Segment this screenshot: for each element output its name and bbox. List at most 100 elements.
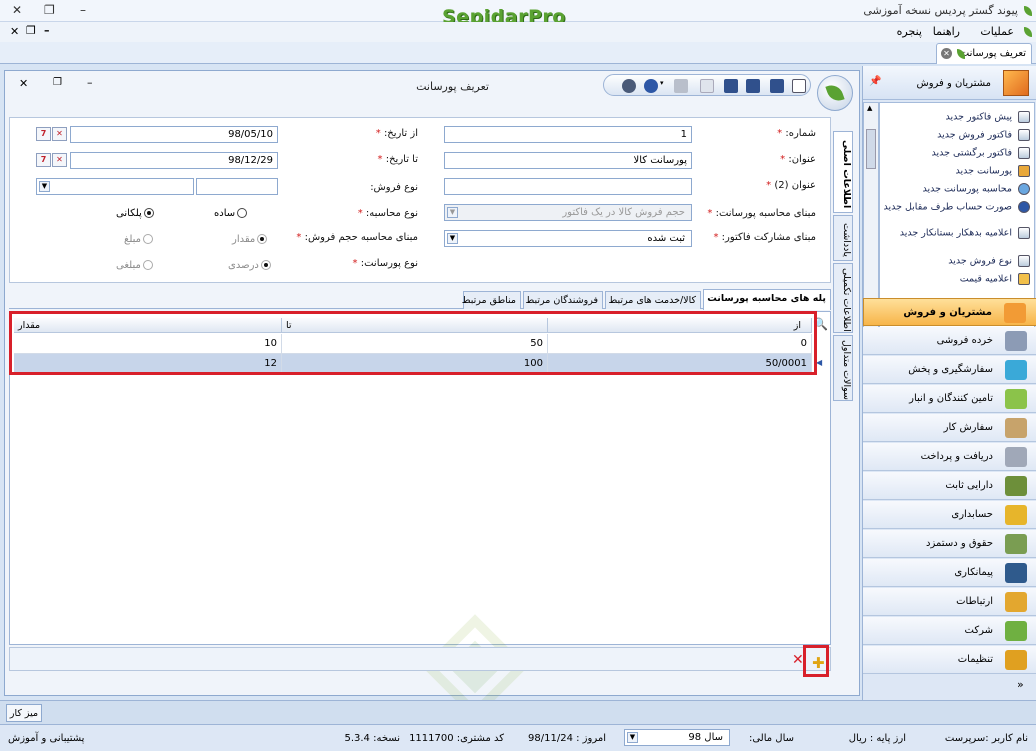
document-logo-icon (817, 75, 853, 111)
nav-section-label: تامین کنندگان و انبار (909, 393, 993, 404)
vtab-extra-info[interactable]: اطلاعات تکمیلی (833, 263, 853, 333)
nav-item-new-proforma[interactable]: پیش فاکتور جدید (880, 111, 1030, 123)
tab-related-sellers[interactable]: فروشندگان مرتبط (523, 291, 603, 309)
title-input[interactable]: پورسانت کالا (444, 152, 692, 169)
document-tab-label: تعريف پورسانت (959, 48, 1026, 59)
radio-icon (257, 234, 268, 244)
tab-commission-steps[interactable]: پله های محاسبه پورسانت (703, 289, 831, 310)
mdi-minimize-button[interactable]: – (44, 24, 50, 37)
nav-section-fixed-assets[interactable]: دارایی ثابت (863, 472, 1036, 500)
title2-input[interactable] (444, 178, 692, 195)
work-order-icon (1005, 418, 1027, 438)
calendar-icon[interactable]: 7 (36, 153, 51, 167)
pin-icon[interactable]: 📌 (869, 76, 881, 87)
tab-close-icon[interactable]: ✕ (941, 48, 952, 59)
ordering-icon (1005, 360, 1027, 380)
nav-section-suppliers[interactable]: تامین کنندگان و انبار (863, 385, 1036, 413)
nav-item-new-sales-invoice[interactable]: فاکتور فروش جدید (880, 129, 1030, 141)
delete-row-icon[interactable]: ✕ (792, 652, 804, 668)
nav-section-settings[interactable]: تنظیمات (863, 646, 1036, 674)
window-restore-button[interactable]: ❐ (44, 3, 55, 17)
nav-item-new-commission[interactable]: پورسانت جدید (880, 165, 1030, 177)
nav-item-new-debit-credit[interactable]: اعلامیه بدهکار بستانکار جدید (880, 227, 1030, 239)
nav-section-work-order[interactable]: سفارش کار (863, 414, 1036, 442)
accounting-icon (1005, 505, 1027, 525)
nav-section-payments[interactable]: دریافت و پرداخت (863, 443, 1036, 471)
vtab-faq[interactable]: سوالات متداول (833, 335, 853, 401)
commission-type-label: نوع پورسانت: * (352, 258, 418, 269)
clear-date-icon[interactable]: ✕ (52, 127, 67, 141)
copy-icon[interactable] (700, 79, 714, 93)
doc-close-button[interactable]: ✕ (19, 77, 28, 90)
nav-item-new-sale-type[interactable]: نوع فروش جدید (880, 255, 1030, 267)
save-icon[interactable] (770, 79, 784, 93)
clear-date-icon[interactable]: ✕ (52, 153, 67, 167)
document-icon (1018, 227, 1030, 239)
nav-item-new-statement[interactable]: صورت حساب طرف مقابل جدید (880, 201, 1030, 213)
nav-item-new-commission-calc[interactable]: محاسبه پورسانت جدید (880, 183, 1030, 195)
support-link[interactable]: پشتیبانی و آموزش (8, 733, 84, 744)
nav-section-retail[interactable]: خرده فروشی (863, 327, 1036, 355)
expand-more-icon[interactable]: » (1017, 678, 1024, 691)
window-minimize-button[interactable]: – (80, 3, 86, 17)
scroll-up-icon[interactable]: ▲ (867, 104, 872, 112)
fiscal-year-select[interactable]: سال 98 ▼ (624, 729, 730, 746)
nav-section-accounting[interactable]: حسابداری (863, 501, 1036, 529)
new-document-icon[interactable] (792, 79, 806, 93)
help-icon[interactable] (644, 79, 658, 93)
doc-restore-button[interactable]: ❐ (53, 77, 62, 88)
number-input[interactable]: 1 (444, 126, 692, 143)
calendar-icon[interactable]: 7 (36, 127, 51, 141)
menu-window[interactable]: پنجره (897, 25, 922, 38)
nav-section-sales[interactable]: مشتریان و فروش (863, 298, 1036, 326)
mdi-close-button[interactable]: ✕ (10, 25, 19, 38)
volume-qty-radio[interactable]: مقدار (232, 234, 268, 245)
add-row-highlight: ✚ (803, 645, 829, 677)
volume-amount-radio[interactable]: مبلغ (124, 234, 154, 245)
desk-button[interactable]: میز کار (6, 704, 42, 722)
nav-section-communications[interactable]: ارتباطات (863, 588, 1036, 616)
tab-related-goods[interactable]: کالا/خدمت های مرتبط (605, 291, 701, 309)
invoice-share-select[interactable]: ثبت شده ▼ (444, 230, 692, 247)
mdi-restore-button[interactable]: ❐ (26, 24, 36, 37)
calc-type-simple-radio[interactable]: ساده (214, 208, 248, 219)
to-date-input[interactable]: 98/12/29 (70, 152, 278, 169)
from-date-input[interactable]: 98/05/10 (70, 126, 278, 143)
vtab-main-info[interactable]: اطلاعات اصلی (833, 131, 853, 213)
nav-item-price-notice[interactable]: اعلامیه قیمت (880, 273, 1030, 285)
price-tag-icon (1018, 273, 1030, 285)
save-close-icon[interactable] (746, 79, 760, 93)
scroll-thumb[interactable] (866, 129, 876, 169)
add-row-icon[interactable]: ✚ (812, 654, 825, 672)
calculator-icon[interactable] (622, 79, 636, 93)
save-new-icon[interactable] (724, 79, 738, 93)
status-currency: ارز پایه : ریال (848, 733, 906, 744)
commission-amount-radio[interactable]: مبلغی (116, 260, 153, 271)
radio-icon (143, 208, 154, 218)
document-tab[interactable]: تعريف پورسانت ✕ (936, 43, 1032, 64)
menu-operations[interactable]: عملیات (980, 25, 1014, 38)
payments-icon (1005, 447, 1027, 467)
nav-section-contracting[interactable]: پیمانکاری (863, 559, 1036, 587)
commission-percent-radio[interactable]: درصدی (228, 260, 271, 271)
nav-section-payroll[interactable]: حقوق و دستمزد (863, 530, 1036, 558)
doc-minimize-button[interactable]: – (87, 76, 93, 89)
nav-section-company[interactable]: شرکت (863, 617, 1036, 645)
calc-type-step-radio[interactable]: پلکانی (116, 208, 154, 219)
tab-related-regions[interactable]: مناطق مرتبط (462, 291, 521, 309)
help-dropdown-icon[interactable]: ▾ (660, 79, 668, 93)
menu-help[interactable]: راهنما (933, 25, 960, 38)
nav-section-label: تنظیمات (957, 654, 993, 665)
menu-bar: ✕ ❐ – عملیات راهنما پنجره (0, 22, 1036, 42)
sale-type-code-input[interactable] (196, 178, 278, 195)
window-close-button[interactable]: ✕ (12, 3, 22, 17)
nav-section-ordering[interactable]: سفارشگیری و پخش (863, 356, 1036, 384)
nav-item-new-return-invoice[interactable]: فاکتور برگشتی جدید (880, 147, 1030, 159)
commission-base-select[interactable]: حجم فروش کالا در یک فاکتور ▼ (444, 204, 692, 221)
vtab-notes[interactable]: یادداشت (833, 215, 853, 261)
print-icon[interactable] (674, 79, 688, 93)
nav-section-label: سفارشگیری و پخش (908, 364, 993, 375)
status-fiscal-label: سال مالی: (748, 733, 794, 744)
sale-type-select[interactable]: ▼ (36, 178, 194, 195)
calc-type-label: نوع محاسبه: * (357, 208, 418, 219)
